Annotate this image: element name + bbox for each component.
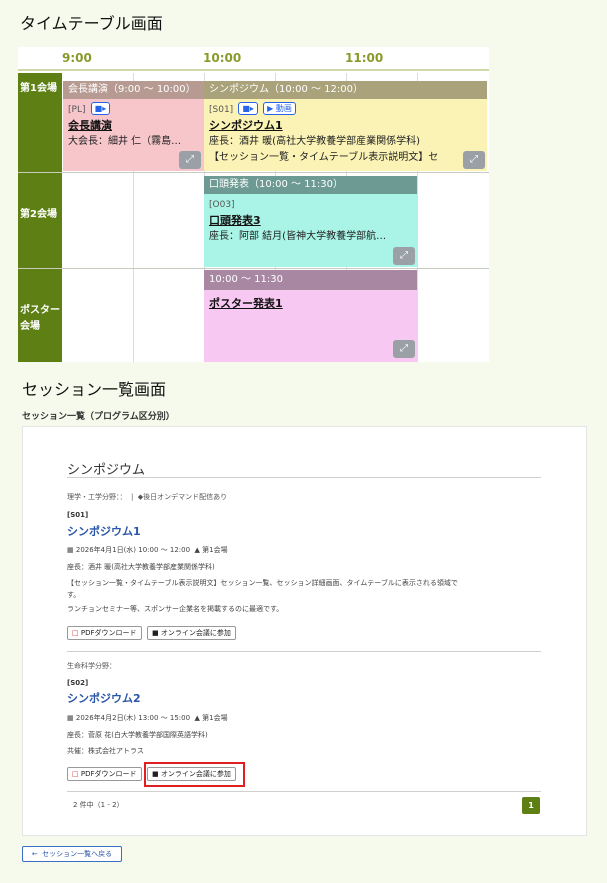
session-list-heading: セッション一覧画面	[22, 380, 167, 399]
session-cosponsor: 共催：株式会社アトラス	[67, 747, 144, 755]
session-code: [PL]	[68, 105, 86, 115]
timetable-heading: タイムテーブル画面	[20, 14, 163, 33]
room-column: 第1会場 第2会場 ポスター会場	[18, 73, 62, 362]
ondemand-badge: 後日オンデマンド配信あり	[143, 493, 228, 501]
result-count: 2 件中（1 - 2）	[73, 801, 124, 809]
room-label-1: 第1会場	[20, 83, 57, 94]
block-header: シンポジウム（10:00 〜 12:00）	[204, 81, 487, 99]
field-text: 理学・工学分野：：	[67, 493, 127, 501]
building-icon: ▲	[194, 714, 200, 722]
block-header: 会長講演（9:00 〜 10:00）	[63, 81, 204, 99]
expand-icon[interactable]: ⤢	[393, 247, 415, 265]
divider	[67, 791, 541, 792]
button-label: PDFダウンロード	[80, 770, 137, 778]
block-person: 大会長：細井 仁（霧島…	[68, 136, 182, 147]
field-label: 生命科学分野：	[67, 662, 116, 670]
arrow-left-icon: ←	[31, 850, 38, 858]
time-label: 11:00	[345, 51, 384, 65]
time-header: 9:00 10:00 11:00	[18, 47, 489, 71]
button-label: PDFダウンロード	[80, 629, 137, 637]
session-code: [O03]	[209, 200, 235, 210]
button-label: オンライン会議に参加	[160, 629, 231, 637]
room-label-2: 第2会場	[20, 209, 57, 220]
room-label-3: ポスター会場	[20, 305, 60, 332]
block-title-link[interactable]: ポスター発表1	[209, 296, 412, 312]
date-text: 2026年4月1日(水) 10:00 〜 12:00	[75, 546, 191, 554]
session-block-plenary[interactable]: 会長講演（9:00 〜 10:00） [PL] ■▸ 会長講演 大会長：細井 仁…	[63, 81, 204, 171]
timetable: 9:00 10:00 11:00 第1会場 第2会場 ポスター会場 会長講演（9…	[18, 47, 489, 362]
session-code: [S01]	[209, 105, 234, 115]
session-chair: 座長：酒井 暖(高社大学教養学部産業関係学科)	[67, 563, 215, 571]
block-chair: 座長：酒井 暖(高社大学教養学部産業関係学科)	[209, 136, 420, 147]
block-header: 口頭発表（10:00 〜 11:30）	[204, 176, 417, 194]
section-title: シンポジウム	[67, 463, 146, 478]
row-divider	[18, 172, 489, 173]
pdf-file-icon: □	[72, 629, 79, 637]
divider	[67, 651, 541, 652]
block-title-link[interactable]: 口頭発表3	[209, 213, 412, 229]
session-list-panel: シンポジウム 理学・工学分野：： | ◆後日オンデマンド配信あり [S01] シ…	[22, 426, 587, 836]
video-play-button[interactable]: ▶ 動画	[263, 102, 296, 115]
building-icon: ▲	[194, 546, 200, 554]
session-desc: 【セッション一覧・タイムテーブル表示説明文】セッション一覧、セッション詳細画面、…	[67, 579, 458, 587]
row-divider	[18, 268, 489, 269]
session-block-poster[interactable]: 10:00 〜 11:30 ポスター発表1 ⤢	[204, 270, 417, 362]
video-label: 動画	[275, 104, 292, 113]
session-desc: ランチョンセミナー等、スポンサー企業名を掲載するのに最適です。	[67, 605, 284, 613]
breadcrumb: セッション一覧（プログラム区分別）	[22, 412, 175, 422]
block-header: 10:00 〜 11:30	[204, 270, 417, 290]
back-to-list-button[interactable]: ← セッション一覧へ戻る	[22, 846, 122, 862]
video-camera-icon[interactable]: ■▸	[90, 102, 111, 115]
online-meeting-button[interactable]: ■ オンライン会議に参加	[147, 626, 236, 640]
block-note: 【セッション一覧・タイムテーブル表示説明文】セ	[209, 152, 439, 163]
session-datetime: ▦ 2026年4月2日(木) 13:00 〜 15:00 ▲ 第1会場	[67, 713, 228, 723]
page-button-1[interactable]: 1	[522, 797, 540, 814]
pdf-file-icon: □	[72, 770, 79, 778]
pdf-download-button[interactable]: □ PDFダウンロード	[67, 626, 142, 640]
block-chair: 座長：阿部 結月(皆神大学教養学部航…	[209, 231, 387, 242]
video-camera-icon[interactable]: ■▸	[238, 102, 258, 115]
date-text: 2026年4月2日(木) 13:00 〜 15:00	[75, 714, 191, 722]
session-name-link[interactable]: シンポジウム2	[67, 690, 141, 706]
block-title-link[interactable]: シンポジウム1	[209, 118, 482, 134]
session-datetime: ▦ 2026年4月1日(水) 10:00 〜 12:00 ▲ 第1会場	[67, 545, 228, 555]
calendar-icon: ▦	[67, 714, 74, 722]
highlight-box	[144, 762, 245, 787]
block-title-link[interactable]: 会長講演	[68, 118, 199, 134]
session-code: [S01]	[67, 511, 89, 519]
time-label: 10:00	[203, 51, 242, 65]
session-chair: 座長：菅原 花(白大学教養学部国際英語学科)	[67, 731, 208, 739]
divider	[67, 477, 541, 478]
session-code: [S02]	[67, 679, 89, 687]
expand-icon[interactable]: ⤢	[179, 151, 201, 169]
expand-icon[interactable]: ⤢	[393, 340, 415, 358]
expand-icon[interactable]: ⤢	[463, 151, 485, 169]
venue-text: 第1会場	[202, 546, 228, 554]
session-block-symposium[interactable]: シンポジウム（10:00 〜 12:00） [S01] ■▸ ▶ 動画 シンポジ…	[204, 81, 487, 171]
session-block-oral[interactable]: 口頭発表（10:00 〜 11:30） [O03] 口頭発表3 座長：阿部 結月…	[204, 176, 417, 267]
video-camera-icon: ■	[152, 629, 159, 637]
venue-text: 第1会場	[202, 714, 228, 722]
time-label: 9:00	[62, 51, 92, 65]
pdf-download-button[interactable]: □ PDFダウンロード	[67, 767, 142, 781]
play-icon: ▶	[267, 104, 274, 113]
calendar-icon: ▦	[67, 546, 74, 554]
session-name-link[interactable]: シンポジウム1	[67, 523, 141, 539]
session-desc: す。	[67, 591, 81, 599]
button-label: セッション一覧へ戻る	[42, 850, 113, 858]
field-label: 理学・工学分野：： | ◆後日オンデマンド配信あり	[67, 493, 228, 501]
